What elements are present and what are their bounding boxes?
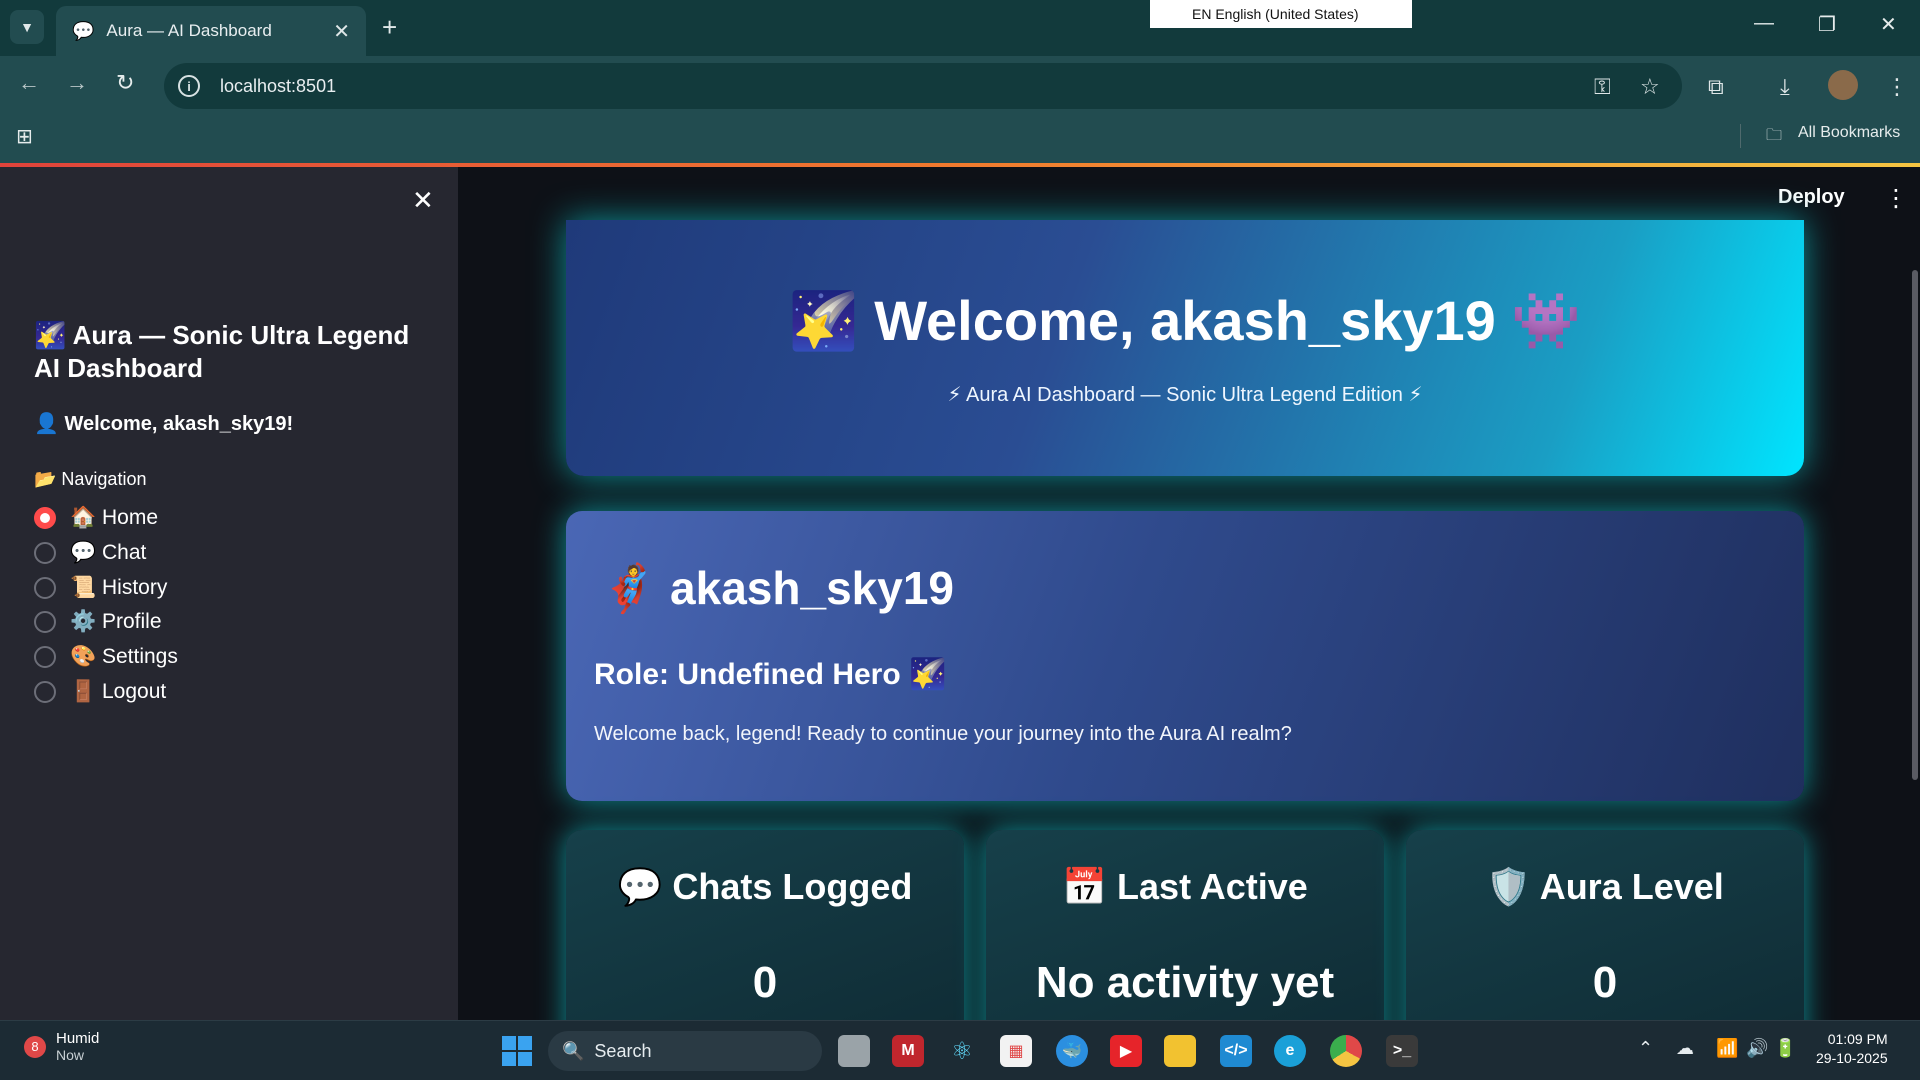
nav-item-label: 💬 Chat <box>70 541 147 564</box>
clock[interactable]: 01:09 PM 29-10-2025 <box>1816 1030 1888 1068</box>
folder-icon: 🗀 <box>1766 127 1783 144</box>
battery-icon[interactable]: 🔋 <box>1774 1038 1796 1059</box>
search-placeholder: Search <box>594 1040 652 1061</box>
radio[interactable] <box>34 577 56 599</box>
react-icon[interactable]: ⚛ <box>946 1035 978 1067</box>
url-text: localhost:8501 <box>220 75 337 96</box>
nav-item-label: 🏠 Home <box>70 506 158 529</box>
extensions-icon[interactable]: ⧉ <box>1708 74 1724 100</box>
browser-tab[interactable]: 💬 Aura — AI Dashboard ✕ <box>56 6 366 56</box>
weather-badge: 8 <box>24 1035 46 1058</box>
nav-item-profile[interactable]: ⚙️ Profile <box>34 610 162 634</box>
tray-chevron-icon[interactable]: ⌃ <box>1638 1038 1653 1059</box>
mcafee-icon[interactable]: M <box>892 1035 924 1067</box>
bookmarks-bar <box>0 112 1920 164</box>
start-windows-icon[interactable] <box>502 1036 532 1066</box>
nav-item-chat[interactable]: 💬 Chat <box>34 541 146 565</box>
menu-kebab-icon[interactable]: ⋮ <box>1886 74 1908 100</box>
docker-icon[interactable]: 🐳 <box>1056 1035 1088 1067</box>
stat-label: 💬 Chats Logged <box>617 866 913 907</box>
search-icon: 🔍 <box>562 1040 585 1061</box>
youtube-icon[interactable]: ▶ <box>1110 1035 1142 1067</box>
clock-date: 29-10-2025 <box>1816 1050 1888 1066</box>
main-menu-icon[interactable]: ⋮ <box>1884 184 1908 213</box>
nav-item-label: 📜 History <box>70 576 168 599</box>
tab-title: Aura — AI Dashboard <box>106 21 272 40</box>
weather-sub: Now <box>56 1047 85 1063</box>
sidebar: ✕ 🌠 Aura — Sonic Ultra Legend AI Dashboa… <box>0 167 458 1020</box>
new-tab-button[interactable]: + <box>382 12 397 43</box>
nav-item-settings[interactable]: 🎨 Settings <box>34 645 178 669</box>
nav-item-label: 🚪 Logout <box>70 680 167 703</box>
forward-icon[interactable]: → <box>66 70 88 96</box>
nav-item-label: ⚙️ Profile <box>70 610 162 633</box>
chrome-icon[interactable] <box>1330 1035 1362 1067</box>
address-bar[interactable]: i localhost:8501 <box>164 63 1682 109</box>
vscode-icon[interactable]: </> <box>1220 1035 1252 1067</box>
radio[interactable] <box>34 611 56 633</box>
radio[interactable] <box>34 542 56 564</box>
scrollbar[interactable] <box>1912 270 1918 780</box>
radio[interactable] <box>34 681 56 703</box>
hero-subtitle: ⚡ Aura AI Dashboard — Sonic Ultra Legend… <box>947 384 1423 406</box>
stat-value: 0 <box>1592 958 1618 1007</box>
tab-search-button[interactable]: ▼ <box>10 10 44 44</box>
navigation-label: 📂 Navigation <box>34 469 147 489</box>
profile-role: Role: Undefined Hero 🌠 <box>594 658 947 691</box>
nav-item-history[interactable]: 📜 History <box>34 576 167 600</box>
close-tab-icon[interactable]: ✕ <box>333 19 350 44</box>
password-key-icon[interactable]: ⚿ <box>1594 74 1611 100</box>
profile-name: 🦸 akash_sky19 <box>600 562 954 614</box>
profile-avatar[interactable] <box>1828 70 1858 100</box>
close-sidebar-icon[interactable]: ✕ <box>412 185 434 216</box>
close-window-icon[interactable]: ✕ <box>1880 12 1897 37</box>
divider <box>1740 124 1741 148</box>
radio-selected[interactable] <box>34 507 56 529</box>
stat-label: 📅 Last Active <box>1062 866 1308 907</box>
stat-value: 0 <box>752 958 778 1007</box>
back-icon[interactable]: ← <box>18 70 40 96</box>
volume-icon[interactable]: 🔊 <box>1746 1038 1768 1059</box>
chat-bubble-icon: 💬 <box>72 20 95 41</box>
clock-time: 01:09 PM <box>1827 1031 1888 1047</box>
stat-label: 🛡️ Aura Level <box>1486 866 1724 907</box>
sidebar-title: 🌠 Aura — Sonic Ultra Legend AI Dashboard <box>34 320 410 383</box>
file-explorer-icon[interactable] <box>1164 1035 1196 1067</box>
edge-icon[interactable]: e <box>1274 1035 1306 1067</box>
profile-message: Welcome back, legend! Ready to continue … <box>594 723 1292 745</box>
deploy-button[interactable]: Deploy <box>1778 186 1845 209</box>
stat-value: No activity yet <box>1035 958 1335 1007</box>
download-icon[interactable]: ⤓ <box>1780 74 1790 100</box>
restore-icon[interactable]: ❐ <box>1818 12 1836 37</box>
nav-item-home[interactable]: 🏠 Home <box>34 506 158 530</box>
nav-item-label: 🎨 Settings <box>70 645 178 668</box>
hero-banner: 🌠 Welcome, akash_sky19 👾 ⚡ Aura AI Dashb… <box>566 220 1804 476</box>
weather-title: Humid <box>56 1030 100 1047</box>
minimize-icon[interactable]: — <box>1754 12 1774 35</box>
site-info-icon[interactable]: i <box>178 75 200 97</box>
taskbar-search[interactable]: 🔍 Search <box>548 1031 822 1071</box>
profile-card: 🦸 akash_sky19 Role: Undefined Hero 🌠 Wel… <box>566 511 1804 801</box>
apps-grid-icon[interactable]: ⊞ <box>16 124 33 149</box>
cloud-icon[interactable]: ☁ <box>1676 1038 1694 1059</box>
wifi-icon[interactable]: 📶 <box>1716 1038 1738 1059</box>
terminal-icon[interactable]: >_ <box>1386 1035 1418 1067</box>
bookmark-star-icon[interactable]: ☆ <box>1640 74 1660 100</box>
all-bookmarks-link[interactable]: All Bookmarks <box>1798 124 1900 142</box>
nav-item-logout[interactable]: 🚪 Logout <box>34 680 166 704</box>
sidebar-welcome: 👤 Welcome, akash_sky19! <box>34 413 294 435</box>
task-view-icon[interactable] <box>838 1035 870 1067</box>
language-indicator: EN English (United States) <box>1150 0 1412 28</box>
hero-title: 🌠 Welcome, akash_sky19 👾 <box>788 289 1582 352</box>
radio[interactable] <box>34 646 56 668</box>
reload-icon[interactable]: ↻ <box>116 70 134 96</box>
weather-widget[interactable]: 8 Humid Now <box>24 1030 99 1063</box>
store-icon[interactable]: ▦ <box>1000 1035 1032 1067</box>
